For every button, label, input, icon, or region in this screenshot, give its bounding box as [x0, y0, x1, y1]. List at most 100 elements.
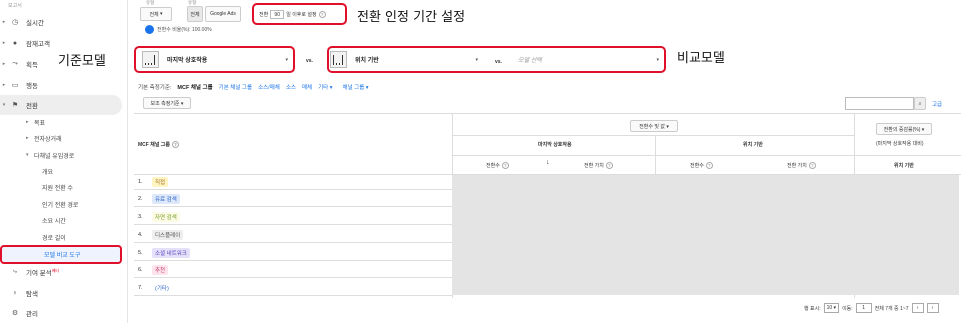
percent-change-select[interactable]: 전환의 증감률(%) ▾ [876, 123, 932, 135]
channel-tag[interactable]: (기타) [152, 283, 172, 293]
channel-tag[interactable]: 소셜 네트워크 [152, 248, 190, 258]
dimension-default-channel[interactable]: 기본 채널 그룹 [219, 83, 252, 91]
search-icon[interactable]: ⌕ [914, 97, 926, 110]
sidebar-item-overview[interactable]: 개요 [42, 163, 53, 179]
all-button[interactable]: 전체 [187, 6, 203, 22]
position-chart-icon [330, 51, 347, 68]
channel-tag[interactable]: 자연 검색 [152, 212, 180, 222]
sidebar-item-top-paths[interactable]: 인기 전환 경로 [42, 196, 78, 212]
secondary-dimension-select[interactable]: 보조 측정기준 ▾ [143, 97, 191, 109]
sidebar-item-realtime[interactable]: ▸ ◷ 실시간 [0, 12, 128, 32]
sidebar-item-behavior[interactable]: ▸ ▭ 행동 [0, 75, 128, 95]
channel-tag[interactable]: 추천 [152, 265, 169, 275]
sidebar-item-label: 탐색 [26, 291, 38, 298]
column-header-conversions-1[interactable]: 전환수? [486, 162, 509, 169]
sidebar-item-attribution[interactable]: ⤷ 기여 분석베타 [0, 262, 128, 282]
table-row: 6. 추천 [138, 265, 169, 275]
google-ads-button[interactable]: Google Ads [205, 6, 241, 22]
help-icon[interactable]: ? [172, 141, 180, 148]
row-divider [134, 189, 452, 190]
dimension-other[interactable]: 기타 ▾ [318, 83, 332, 91]
table-search-input[interactable] [845, 97, 914, 110]
sidebar-item-label: 전환 [26, 103, 38, 110]
goto-page-input[interactable]: 1 [855, 303, 872, 313]
sidebar-item-goals[interactable]: ▸ 목표 [0, 114, 128, 130]
table-divider [452, 135, 854, 136]
sidebar-item-assisted-conversions[interactable]: 지원 전환 수 [42, 179, 73, 195]
goto-label: 이동: [842, 305, 853, 312]
metric-select[interactable]: 전환수 및 값 ▾ [630, 120, 678, 132]
help-icon[interactable]: ? [318, 11, 326, 18]
sidebar: 보고서 ▸ ◷ 실시간 ▸ ● 잠재고객 ▸ ⤳ 획득 ▸ ▭ 행동 ▾ ⚑ 전… [0, 0, 128, 323]
sidebar-item-label: 전자상거래 [34, 136, 62, 143]
sort-desc-icon[interactable]: ↓ [546, 159, 550, 166]
channel-tag[interactable]: 직접 [152, 177, 169, 187]
channel-tag[interactable]: 유료 검색 [152, 194, 180, 204]
behavior-icon: ▭ [11, 82, 19, 89]
sidebar-item-label: 관리 [26, 311, 38, 318]
column-header-conversions-2[interactable]: 전환수? [690, 162, 713, 169]
row-divider [134, 295, 452, 296]
dimension-medium[interactable]: 매체 [302, 83, 312, 91]
row-number: 4. [138, 232, 143, 238]
sidebar-item-label: 행동 [26, 83, 38, 90]
rows-per-page-value: 10 [826, 305, 833, 311]
sidebar-item-admin[interactable]: ⚙ 관리 [0, 303, 128, 323]
lookback-suffix: 일 이후로 설정 [286, 12, 317, 18]
series-dot-icon [145, 25, 154, 34]
acquisition-icon: ⤳ [12, 60, 18, 67]
column-header-label: MCF 채널 그룹 [138, 142, 171, 148]
advanced-filter-link[interactable]: 고급 [932, 100, 942, 108]
type-select[interactable]: 전체 ▾ [140, 7, 172, 21]
dimension-source-medium[interactable]: 소스/매체 [258, 83, 280, 91]
attribution-icon: ⤷ [13, 268, 17, 275]
dimension-source[interactable]: 소스 [286, 83, 296, 91]
dimension-channel-group[interactable]: 채널 그룹 ▾ [343, 83, 369, 91]
lookback-days-input[interactable]: 90 [270, 10, 285, 19]
compare-model-select[interactable]: 위치 기반 ▾ [330, 48, 483, 71]
sidebar-item-multichannel[interactable]: ▾ 다채널 유입경로 [0, 147, 128, 163]
gear-icon: ⚙ [11, 310, 19, 317]
column-header-channel[interactable]: MCF 채널 그룹? [138, 141, 180, 148]
row-divider [134, 277, 452, 278]
lookback-prefix: 전환 [259, 12, 269, 18]
sidebar-item-path-length[interactable]: 경로 길이 [42, 229, 66, 245]
second-compare-model-select[interactable]: 모델 선택 ▾ [512, 48, 664, 71]
sidebar-item-conversions[interactable]: ▾ ⚑ 전환 [0, 95, 122, 115]
help-icon[interactable]: ? [501, 162, 509, 169]
rows-label: 행 표시: [804, 305, 821, 312]
sidebar-item-label: 실시간 [26, 20, 44, 27]
rows-per-page-select[interactable]: 10 ▾ [823, 303, 840, 313]
chevron-right-icon: ▸ [2, 19, 6, 25]
help-icon[interactable]: ? [705, 162, 713, 169]
help-icon[interactable]: ? [808, 162, 816, 169]
beta-badge: 베타 [51, 267, 60, 273]
column-header-label: 전환수 [690, 163, 704, 169]
column-header-label: 전환수 [486, 163, 500, 169]
lookback-control: 전환 90 일 이후로 설정 ? [259, 10, 326, 19]
sidebar-item-label: 잠재고객 [26, 41, 50, 48]
conversion-rate-readout: 전환수 비율(%): 100.00% [145, 25, 212, 34]
column-header-value-2[interactable]: 전환 가치? [787, 162, 816, 169]
column-header-value-1[interactable]: 전환 가치? [584, 162, 613, 169]
help-icon[interactable]: ? [605, 162, 613, 169]
row-divider [134, 224, 452, 225]
prev-page-button[interactable]: ‹ [911, 303, 924, 313]
baseline-model-select[interactable]: 마지막 상호작용 ▾ [134, 46, 295, 73]
chevron-down-icon: ▾ [475, 56, 478, 63]
sidebar-item-time-lag[interactable]: 소요 시간 [42, 212, 66, 228]
vs-label: vs. [306, 58, 313, 64]
sidebar-item-ecommerce[interactable]: ▸ 전자상거래 [0, 130, 128, 146]
column-header-label: 전환 가치 [584, 163, 604, 169]
table-row: 5. 소셜 네트워크 [138, 248, 190, 258]
row-number: 3. [138, 214, 143, 220]
sidebar-item-discover[interactable]: ♀ 탐색 [0, 283, 128, 303]
next-page-button[interactable]: › [926, 303, 939, 313]
redacted-data-block [452, 175, 959, 295]
row-divider [134, 260, 452, 261]
row-divider [134, 242, 452, 243]
chevron-down-icon: ▾ [285, 56, 288, 63]
sidebar-item-label: 획득 [26, 62, 38, 69]
channel-tag[interactable]: 디스플레이 [152, 230, 184, 240]
model-select-placeholder: 모델 선택 [518, 58, 542, 64]
